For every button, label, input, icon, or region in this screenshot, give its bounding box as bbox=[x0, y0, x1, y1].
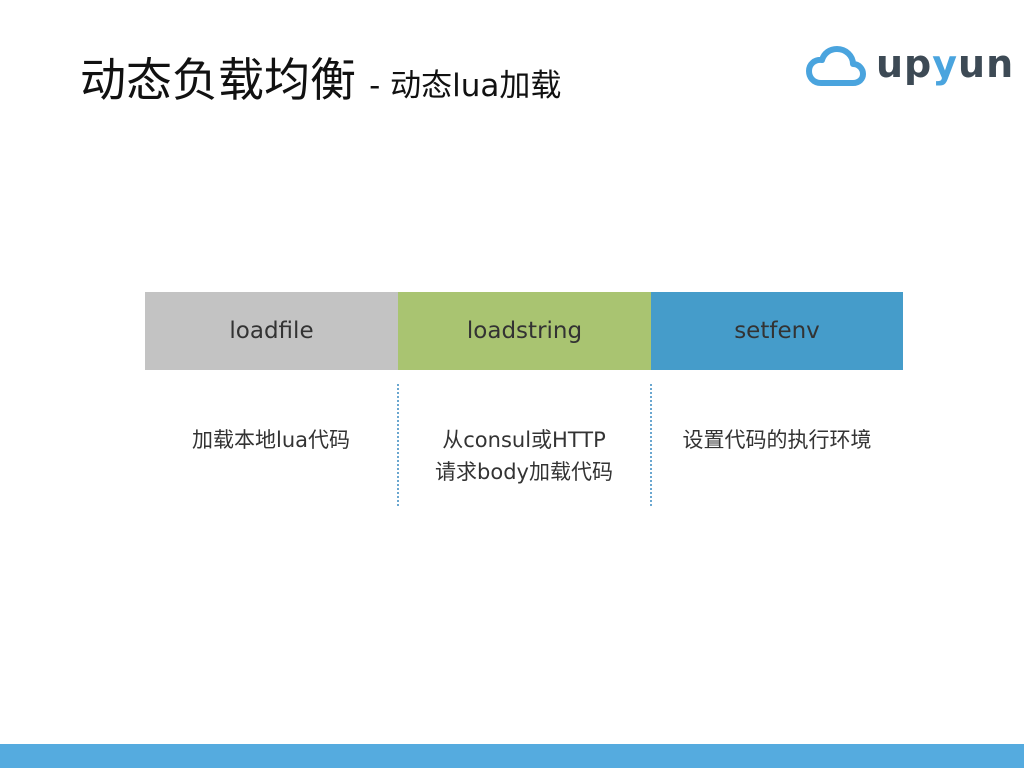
description-line: 请求body加载代码 bbox=[435, 460, 613, 484]
cloud-icon bbox=[806, 46, 866, 86]
stage-loadfile: loadfile bbox=[145, 292, 398, 370]
logo-text: upyun bbox=[876, 42, 1015, 86]
description-line: 设置代码的执行环境 bbox=[682, 428, 872, 452]
upyun-logo: upyun bbox=[806, 42, 1015, 90]
stage-loadstring: loadstring bbox=[398, 292, 651, 370]
slide-title: 动态负载均衡 - 动态lua加载 bbox=[80, 44, 561, 110]
stage-bar: loadfile loadstring setfenv bbox=[145, 292, 903, 370]
stage-description-loadfile: 加载本地lua代码 bbox=[145, 424, 397, 456]
stage-description-setfenv: 设置代码的执行环境 bbox=[651, 424, 903, 456]
title-subtitle: - 动态lua加载 bbox=[369, 68, 562, 104]
description-line: 加载本地lua代码 bbox=[191, 428, 350, 452]
description-line: 从consul或HTTP bbox=[442, 428, 606, 452]
stage-setfenv: setfenv bbox=[651, 292, 903, 370]
title-main: 动态负载均衡 bbox=[80, 53, 356, 107]
stage-description-loadstring: 从consul或HTTP 请求body加载代码 bbox=[398, 424, 650, 488]
footer-bar bbox=[0, 744, 1024, 768]
